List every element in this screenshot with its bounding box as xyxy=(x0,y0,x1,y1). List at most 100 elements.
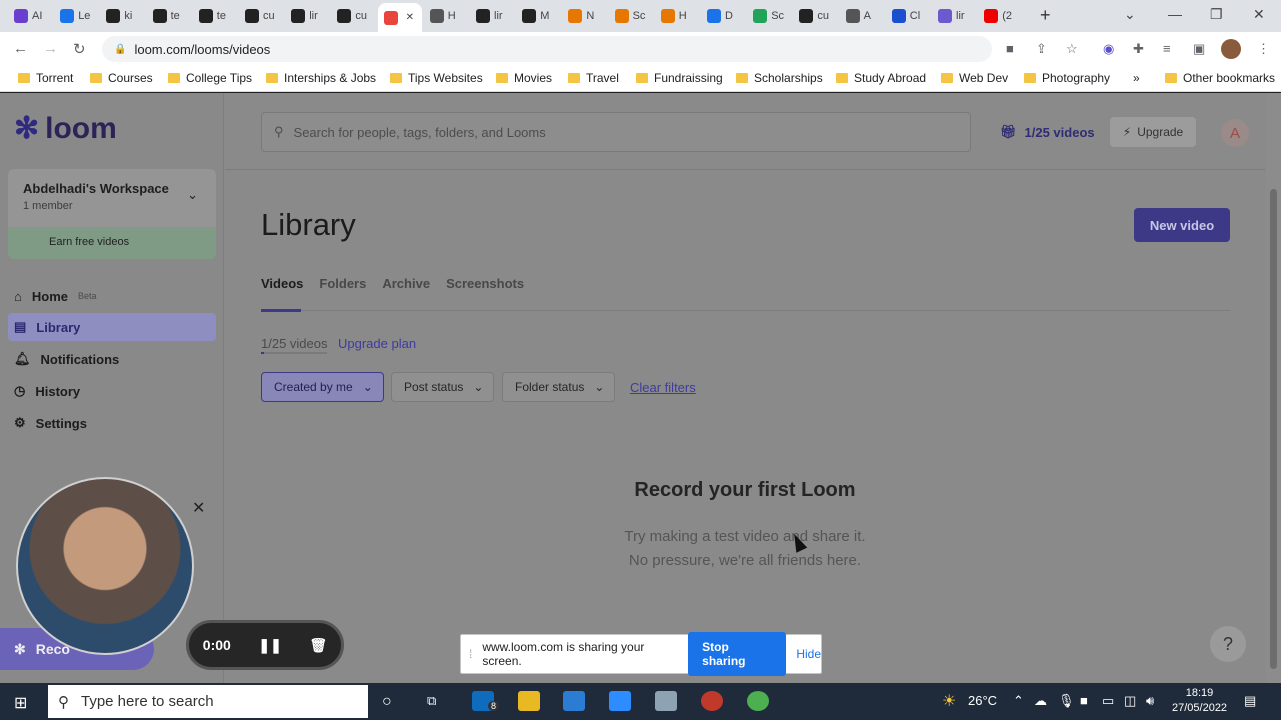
notifications-icon[interactable]: ▤ xyxy=(1244,693,1256,709)
bookmark-item[interactable]: College Tips xyxy=(168,71,252,85)
filter-post-status[interactable]: Post status ⌄ xyxy=(391,372,494,402)
camera-bubble[interactable] xyxy=(16,477,194,655)
browser-tab[interactable]: Le xyxy=(54,3,98,29)
browser-tab[interactable]: D xyxy=(701,3,745,29)
browser-tab[interactable]: N xyxy=(562,3,606,29)
stop-sharing-button[interactable]: Stop sharing xyxy=(688,632,787,676)
media-control-icon[interactable]: ≡ xyxy=(1163,41,1171,56)
file-explorer-icon[interactable] xyxy=(518,691,540,711)
browser-tab[interactable]: A xyxy=(840,3,884,29)
tab-folders[interactable]: Folders xyxy=(319,276,366,291)
cortana-icon[interactable]: ○ xyxy=(382,693,392,711)
bookmark-item[interactable]: Study Abroad xyxy=(836,71,926,85)
browser-tab[interactable]: ki xyxy=(100,3,144,29)
bookmark-item[interactable]: Web Dev xyxy=(941,71,1008,85)
trash-icon[interactable]: 🗑︎ xyxy=(309,637,327,654)
media-player-icon[interactable] xyxy=(701,691,723,711)
search-input[interactable]: ⚲ Search for people, tags, folders, and … xyxy=(261,112,971,152)
browser-tab[interactable]: ✕ xyxy=(377,3,422,32)
forward-icon[interactable]: → xyxy=(43,40,58,57)
reload-icon[interactable]: ↻ xyxy=(73,40,86,58)
taskbar-search-input[interactable]: ⚲ Type here to search xyxy=(48,685,368,718)
camera-status-icon[interactable]: ■ xyxy=(1080,693,1088,708)
bookmark-item[interactable]: Torrent xyxy=(18,71,73,85)
pause-icon[interactable]: ❚❚ xyxy=(258,637,281,654)
clear-filters-link[interactable]: Clear filters xyxy=(630,380,696,395)
bookmark-item[interactable]: Travel xyxy=(568,71,619,85)
browser-tab[interactable]: lir xyxy=(470,3,514,29)
browser-tab[interactable]: te xyxy=(147,3,191,29)
side-panel-icon[interactable]: ▣ xyxy=(1193,41,1205,57)
workspace-switcher[interactable]: Abdelhadi's Workspace 1 member ⌄ Earn fr… xyxy=(8,169,216,259)
sidebar-item-notifications[interactable]: 🔔︎ Notifications xyxy=(8,345,216,373)
tab-videos[interactable]: Videos xyxy=(261,276,303,291)
upgrade-plan-link[interactable]: Upgrade plan xyxy=(338,336,416,351)
bookmark-star-icon[interactable]: ☆ xyxy=(1066,41,1078,57)
new-tab-button[interactable]: + xyxy=(1040,5,1051,26)
bookmark-item[interactable]: Photography xyxy=(1024,71,1110,85)
close-icon[interactable]: ✕ xyxy=(192,498,205,518)
address-bar[interactable]: 🔒 loom.com/looms/videos xyxy=(102,36,992,62)
bookmark-item[interactable]: Movies xyxy=(496,71,552,85)
maximize-icon[interactable]: ❐ xyxy=(1210,6,1223,23)
menu-icon[interactable]: ⋮ xyxy=(1257,41,1270,57)
tab-archive[interactable]: Archive xyxy=(382,276,430,291)
network-icon[interactable]: ◫ xyxy=(1124,693,1136,709)
browser-tab[interactable]: Sc xyxy=(609,3,653,29)
battery-icon[interactable]: ▭ xyxy=(1102,693,1114,709)
browser-tab[interactable]: lir xyxy=(285,3,329,29)
close-tab-icon[interactable]: ✕ xyxy=(406,12,414,23)
video-count-link[interactable]: 🎁︎ 1/25 videos xyxy=(1000,124,1095,140)
hide-button[interactable]: Hide xyxy=(796,647,821,661)
page-scrollbar[interactable] xyxy=(1266,93,1281,683)
loom-extension-icon[interactable]: ◉ xyxy=(1103,41,1114,57)
upgrade-button[interactable]: ⚡︎ Upgrade xyxy=(1110,117,1196,147)
more-bookmarks-icon[interactable]: » xyxy=(1133,71,1140,85)
sidebar-item-history[interactable]: ◷ History xyxy=(8,377,216,405)
weather-icon[interactable]: ☀ xyxy=(942,691,956,711)
profile-avatar[interactable] xyxy=(1221,39,1241,59)
browser-tab[interactable]: Cl xyxy=(886,3,930,29)
chrome-icon[interactable] xyxy=(747,691,769,711)
help-button[interactable]: ? xyxy=(1210,626,1246,662)
bookmark-item[interactable]: Fundraissing xyxy=(636,71,723,85)
browser-tab[interactable]: cu xyxy=(239,3,283,29)
microphone-icon[interactable]: 🎙︎ xyxy=(1058,693,1075,709)
minimize-icon[interactable]: — xyxy=(1168,6,1182,22)
browser-tab[interactable]: H xyxy=(424,3,468,29)
tab-screenshots[interactable]: Screenshots xyxy=(446,276,524,291)
taskbar-clock[interactable]: 18:19 27/05/2022 xyxy=(1172,686,1227,716)
chevron-down-icon[interactable]: ⌄ xyxy=(187,187,198,203)
task-view-icon[interactable]: ⧉ xyxy=(427,693,436,709)
browser-tab[interactable]: AI xyxy=(8,3,52,29)
temperature[interactable]: 26°C xyxy=(968,693,997,708)
vscode-icon[interactable] xyxy=(563,691,585,711)
browser-tab[interactable]: lir xyxy=(932,3,976,29)
cloud-icon[interactable]: ☁ xyxy=(1034,693,1047,709)
browser-tab[interactable]: cu xyxy=(331,3,375,29)
show-hidden-icons[interactable]: ⌃ xyxy=(1013,693,1024,709)
browser-tab[interactable]: H xyxy=(655,3,699,29)
tab-search-icon[interactable]: ⌄ xyxy=(1124,6,1136,23)
sidebar-item-library[interactable]: ▤ Library xyxy=(8,313,216,341)
bookmark-item[interactable]: Interships & Jobs xyxy=(266,71,376,85)
browser-tab[interactable]: (2 xyxy=(978,3,1022,29)
new-video-button[interactable]: New video xyxy=(1134,208,1230,242)
volume-icon[interactable]: 🔊︎ xyxy=(1146,693,1154,709)
camera-icon[interactable]: ■ xyxy=(1006,41,1014,56)
app-icon[interactable] xyxy=(655,691,677,711)
browser-tab[interactable]: Sc xyxy=(747,3,791,29)
browser-tab[interactable]: M xyxy=(516,3,560,29)
avatar[interactable]: A xyxy=(1221,119,1249,147)
extensions-icon[interactable]: ✚ xyxy=(1133,41,1144,57)
drag-handle-icon[interactable]: ⁞ xyxy=(469,647,472,661)
scrollbar-thumb[interactable] xyxy=(1270,189,1277,669)
sidebar-item-settings[interactable]: ⚙ Settings xyxy=(8,409,216,437)
loom-logo[interactable]: ✻ loom xyxy=(14,111,117,146)
close-window-icon[interactable]: ✕ xyxy=(1253,6,1265,23)
browser-tab[interactable]: te xyxy=(193,3,237,29)
zoom-icon[interactable] xyxy=(609,691,631,711)
share-icon[interactable]: ⇪ xyxy=(1036,41,1047,57)
windows-start-icon[interactable]: ⊞ xyxy=(14,693,27,713)
bookmark-item[interactable]: Scholarships xyxy=(736,71,823,85)
